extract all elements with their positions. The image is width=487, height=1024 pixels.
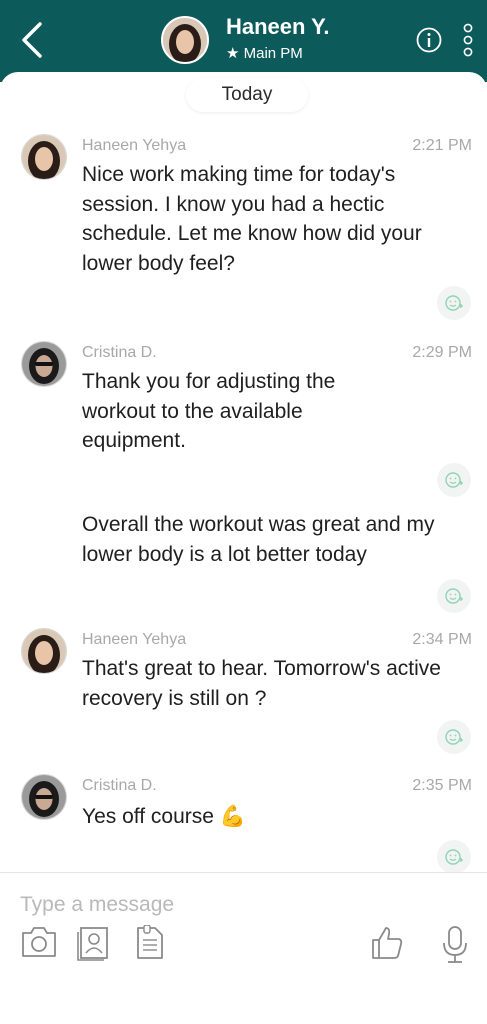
message-time: 2:29 PM: [412, 344, 472, 361]
thumbs-up-icon[interactable]: [370, 925, 404, 961]
document-icon[interactable]: [135, 925, 165, 961]
message-text: Thank you for adjusting the workout to t…: [82, 370, 336, 452]
message-text: Overall the workout was great and my low…: [82, 513, 435, 566]
contact-card-icon[interactable]: [76, 925, 112, 961]
sender-avatar[interactable]: [21, 628, 67, 674]
date-divider: Today: [186, 78, 308, 112]
message-composer: [0, 872, 487, 1024]
message-list[interactable]: Today Haneen Yehya 2:21 PM Nice work mak…: [0, 72, 487, 874]
message-sender: Cristina D.: [82, 344, 157, 361]
react-emoji-button[interactable]: [437, 720, 471, 754]
message-time: 2:21 PM: [412, 137, 472, 154]
contact-avatar[interactable]: [161, 16, 209, 64]
emoji-reaction-icon: [445, 472, 463, 488]
chat-header: Haneen Y. ★ Main PM: [0, 0, 487, 82]
message-text: That's great to hear. Tomorrow's active …: [82, 657, 441, 710]
emoji-reaction-icon: [445, 849, 463, 865]
message-text: Yes off course 💪: [82, 805, 246, 828]
emoji-reaction-icon: [445, 729, 463, 745]
microphone-icon[interactable]: [440, 925, 470, 965]
contact-name[interactable]: Haneen Y.: [226, 14, 330, 40]
message-sender: Cristina D.: [82, 777, 157, 794]
react-emoji-button[interactable]: [437, 579, 471, 613]
react-emoji-button[interactable]: [437, 286, 471, 320]
sender-avatar[interactable]: [21, 134, 67, 180]
camera-icon[interactable]: [20, 925, 58, 959]
more-vertical-icon[interactable]: [462, 22, 474, 58]
message-sender: Haneen Yehya: [82, 631, 187, 648]
message-sender: Haneen Yehya: [82, 137, 187, 154]
message-text: Nice work making time for today's sessio…: [82, 163, 422, 275]
info-icon[interactable]: [416, 27, 442, 53]
contact-subtitle: ★ Main PM: [226, 45, 303, 62]
react-emoji-button[interactable]: [437, 840, 471, 874]
emoji-reaction-icon: [445, 295, 463, 311]
message-time: 2:35 PM: [412, 777, 472, 794]
emoji-reaction-icon: [445, 588, 463, 604]
react-emoji-button[interactable]: [437, 463, 471, 497]
back-chevron-icon[interactable]: [16, 20, 50, 60]
sender-avatar[interactable]: [21, 341, 67, 387]
sender-avatar[interactable]: [21, 774, 67, 820]
message-time: 2:34 PM: [412, 631, 472, 648]
message-input[interactable]: [20, 889, 460, 921]
